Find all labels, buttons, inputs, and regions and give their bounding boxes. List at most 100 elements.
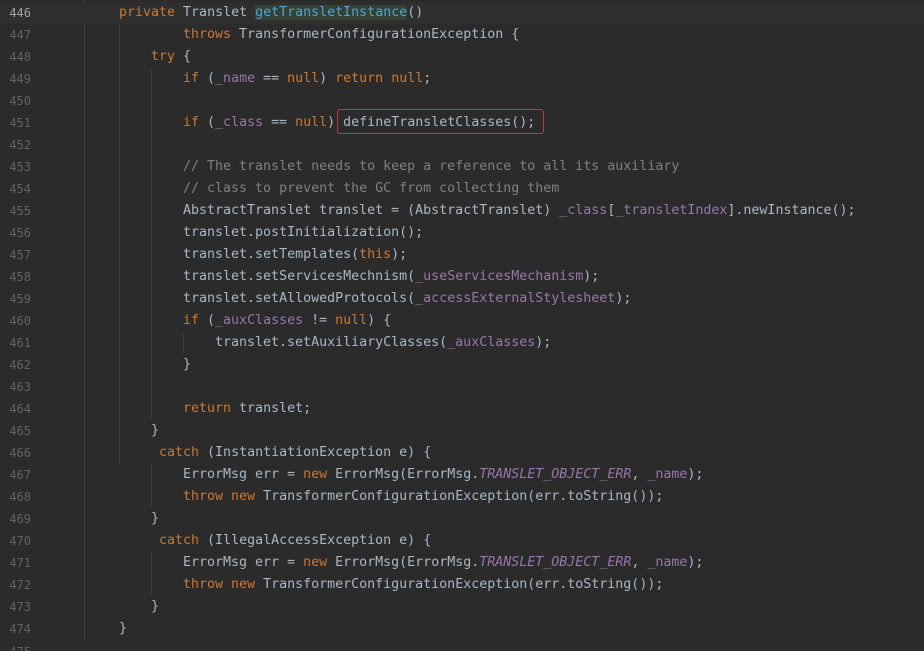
code-line[interactable]: 468 throw new TransformerConfigurationExc…: [0, 486, 924, 508]
code-token: AbstractTranslet translet = (AbstractTra…: [183, 203, 560, 218]
code-token: (): [407, 5, 424, 20]
code-token: (InstantiationException e) {: [207, 445, 432, 460]
line-number: 472: [9, 578, 31, 592]
code-text[interactable]: }: [183, 354, 191, 376]
code-text[interactable]: translet.setAuxiliaryClasses(_auxClasses…: [215, 332, 551, 354]
code-line[interactable]: 465}: [0, 420, 924, 442]
code-line[interactable]: 449 if (_name == null) return null;: [0, 68, 924, 90]
code-line[interactable]: 446 private Translet getTransletInstance(…: [0, 2, 924, 24]
line-number: 459: [9, 292, 31, 306]
code-line[interactable]: 453 // The translet needs to keep a refer…: [0, 156, 924, 178]
code-text[interactable]: throw new TransformerConfigurationExcept…: [183, 574, 663, 596]
code-line[interactable]: 470 catch (IllegalAccessException e) {: [0, 530, 924, 552]
code-line[interactable]: 448 try {: [0, 46, 924, 68]
line-number: 446: [9, 6, 31, 20]
code-line[interactable]: 469}: [0, 508, 924, 530]
code-line[interactable]: 452: [0, 134, 924, 156]
line-number: 464: [9, 402, 31, 416]
code-text[interactable]: if (_name == null) return null;: [183, 68, 431, 90]
code-token: _class: [559, 203, 608, 218]
code-token: if: [183, 115, 208, 130]
code-token: translet.setTemplates(: [183, 247, 360, 262]
code-token: throw new: [183, 489, 264, 504]
code-text[interactable]: translet.postInitialization();: [183, 222, 423, 244]
code-line[interactable]: 454 // class to prevent the GC from colle…: [0, 178, 924, 200]
code-token: }: [151, 599, 160, 614]
code-editor[interactable]: 446 private Translet getTransletInstance(…: [0, 0, 924, 651]
code-token: new: [303, 555, 336, 570]
line-number: 474: [9, 622, 31, 636]
code-line[interactable]: 461 translet.setAuxiliaryClasses(_auxClas…: [0, 332, 924, 354]
code-token: ErrorMsg(ErrorMsg.: [335, 467, 480, 482]
code-text[interactable]: private Translet getTransletInstance(): [119, 2, 423, 24]
line-number: 466: [9, 446, 31, 460]
code-text[interactable]: }: [151, 420, 159, 442]
code-text[interactable]: translet.setServicesMechnism(_useService…: [183, 266, 599, 288]
code-line[interactable]: 456 translet.postInitialization();: [0, 222, 924, 244]
code-token: ==: [255, 71, 288, 86]
code-text[interactable]: translet.setTemplates(this);: [183, 244, 407, 266]
code-token: (: [207, 71, 216, 86]
code-line[interactable]: 473}: [0, 596, 924, 618]
code-text[interactable]: translet.setAllowedProtocols(_accessExte…: [183, 288, 631, 310]
code-text[interactable]: ErrorMsg err = new ErrorMsg(ErrorMsg.TRA…: [183, 464, 703, 486]
code-text[interactable]: // class to prevent the GC from collecti…: [183, 178, 559, 200]
code-line[interactable]: 458 translet.setServicesMechnism(_useServ…: [0, 266, 924, 288]
line-number: 462: [9, 358, 31, 372]
code-text[interactable]: try {: [151, 46, 191, 68]
code-text[interactable]: ErrorMsg err = new ErrorMsg(ErrorMsg.TRA…: [183, 552, 703, 574]
partial-next-line: 475: [0, 641, 924, 651]
code-token: null: [295, 115, 328, 130]
line-number: 469: [9, 512, 31, 526]
line-number: 461: [9, 336, 31, 350]
code-text[interactable]: throws TransformerConfigurationException…: [183, 24, 519, 46]
code-token: (: [207, 115, 216, 130]
code-line[interactable]: 460 if (_auxClasses != null) {: [0, 310, 924, 332]
line-number: 460: [9, 314, 31, 328]
code-token: _name: [647, 467, 688, 482]
code-token: {: [183, 49, 192, 64]
code-line[interactable]: 471 ErrorMsg err = new ErrorMsg(ErrorMsg.…: [0, 552, 924, 574]
code-token: translet.setAllowedProtocols(: [183, 291, 416, 306]
code-text[interactable]: }: [119, 618, 127, 640]
code-token: _name: [647, 555, 688, 570]
code-line[interactable]: 455 AbstractTranslet translet = (Abstract…: [0, 200, 924, 222]
code-text[interactable]: catch (IllegalAccessException e) {: [159, 530, 431, 552]
code-token: !=: [303, 313, 336, 328]
code-token: TransformerConfigurationException {: [239, 27, 520, 42]
code-token: if: [183, 313, 208, 328]
line-number: 465: [9, 424, 31, 438]
code-token: _accessExternalStylesheet: [415, 291, 616, 306]
code-token: (IllegalAccessException e) {: [207, 533, 432, 548]
code-text[interactable]: throw new TransformerConfigurationExcept…: [183, 486, 663, 508]
code-line[interactable]: 463: [0, 376, 924, 398]
code-token: ==: [263, 115, 296, 130]
code-line[interactable]: 459 translet.setAllowedProtocols(_accessE…: [0, 288, 924, 310]
code-token: _name: [215, 71, 256, 86]
code-line[interactable]: 464 return translet;: [0, 398, 924, 420]
code-token: TransformerConfigurationException(err.to…: [263, 577, 664, 592]
code-text[interactable]: }: [151, 596, 159, 618]
code-line[interactable]: 472 throw new TransformerConfigurationExc…: [0, 574, 924, 596]
code-token: );: [535, 335, 552, 350]
code-token: }: [151, 423, 160, 438]
code-text[interactable]: AbstractTranslet translet = (AbstractTra…: [183, 200, 856, 222]
code-line[interactable]: 474}: [0, 618, 924, 640]
code-line[interactable]: 467 ErrorMsg err = new ErrorMsg(ErrorMsg.…: [0, 464, 924, 486]
line-number: 471: [9, 556, 31, 570]
code-line[interactable]: 447 throws TransformerConfigurationExcept…: [0, 24, 924, 46]
code-token: translet;: [239, 401, 312, 416]
code-token: );: [583, 269, 600, 284]
code-line[interactable]: 466 catch (InstantiationException e) {: [0, 442, 924, 464]
code-token: ,: [631, 467, 648, 482]
code-text[interactable]: }: [151, 508, 159, 530]
code-text[interactable]: return translet;: [183, 398, 311, 420]
code-line[interactable]: 457 translet.setTemplates(this);: [0, 244, 924, 266]
line-number: 455: [9, 204, 31, 218]
code-text[interactable]: catch (InstantiationException e) {: [159, 442, 431, 464]
code-text[interactable]: if (_auxClasses != null) {: [183, 310, 391, 332]
code-text[interactable]: // The translet needs to keep a referenc…: [183, 156, 679, 178]
code-token: }: [151, 511, 160, 526]
code-line[interactable]: 462}: [0, 354, 924, 376]
code-token: translet.setServicesMechnism(: [183, 269, 416, 284]
